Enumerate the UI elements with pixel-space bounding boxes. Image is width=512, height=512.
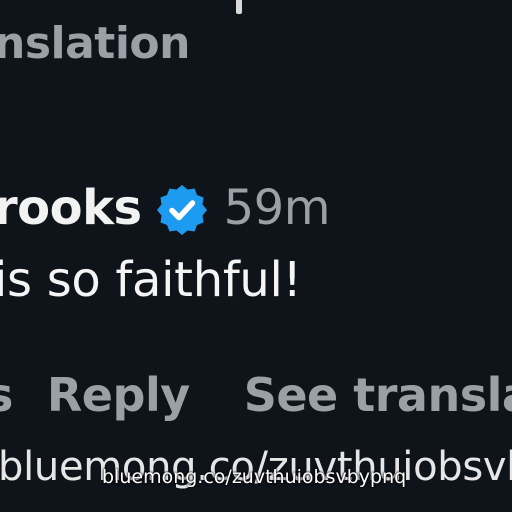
comment-timestamp: 59m <box>223 180 331 236</box>
comment-thread-view: nslation rooks 59m is so faithful! s Rep… <box>0 0 512 512</box>
comment-username[interactable]: rooks <box>0 180 142 236</box>
scroll-indicator <box>236 0 242 14</box>
see-translation-button[interactable]: See translat <box>244 368 512 422</box>
like-count-action[interactable]: s <box>0 368 13 422</box>
comment-body: is so faithful! <box>0 252 302 308</box>
reply-button[interactable]: Reply <box>47 368 190 422</box>
watermark-text-small: bluemong.co/zuvthuiobsvbypnq <box>102 466 407 488</box>
verified-badge-icon <box>154 182 210 238</box>
comment-header: rooks 59m <box>0 178 330 238</box>
see-translation-link-previous[interactable]: nslation <box>0 18 190 69</box>
comment-actions: s Reply See translat <box>0 368 512 422</box>
